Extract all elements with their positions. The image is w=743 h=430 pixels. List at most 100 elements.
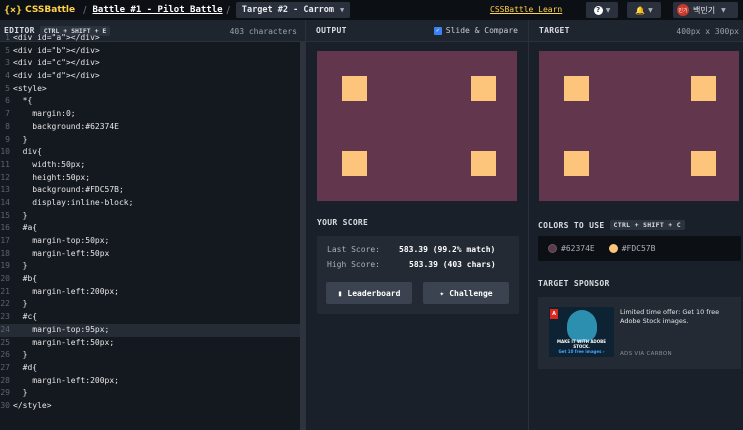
line-number: 5 [5,83,10,93]
code-line[interactable]: 22 } [0,298,300,311]
code-editor[interactable]: 1 <div id="a"></div> 5 <div id="b"></div> 3 <… [0,32,300,413]
code-line[interactable]: 16 #a{ [0,222,300,235]
code-text: #d{ [13,362,38,372]
code-text: <div id="b"></div> [13,45,100,55]
line-number: 7 [5,109,10,119]
target-square-c [564,151,589,176]
code-line[interactable]: 11 width:50px; [0,159,300,172]
code-line[interactable]: 15 } [0,210,300,223]
code-line[interactable]: 8 background:#62374E [0,121,300,134]
color-swatch-background[interactable]: #62374E [548,244,595,253]
sponsor-ad-image[interactable]: A MAKE IT WITH ADOBE STOCK. Get 10 free … [549,307,614,357]
line-number: 13 [0,185,10,195]
sponsor-ad-text[interactable]: Limited time offer: Get 10 free Adobe St… [620,308,735,326]
line-number: 28 [0,375,10,385]
code-line[interactable]: 19 } [0,260,300,273]
challenge-button[interactable]: ✦ Challenge [423,282,509,304]
code-line[interactable]: 1 <div id="a"></div> [0,32,300,45]
pane-divider[interactable] [305,20,306,430]
sponsor-panel[interactable]: A MAKE IT WITH ADOBE STOCK. Get 10 free … [538,297,741,369]
line-number: 4 [5,71,10,81]
code-text: <div id="a"></div> [13,33,100,42]
code-text: div{ [13,147,42,157]
swatch-dot [608,244,618,253]
ads-via-carbon[interactable]: ADS VIA CARBON [620,351,672,357]
line-number: 3 [5,58,10,68]
chevron-down-icon: ▼ [648,6,653,14]
score-title: YOUR SCORE [317,218,369,227]
code-line[interactable]: 5 <div id="b"></div> [0,45,300,58]
code-line[interactable]: 28 margin-left:200px; [0,375,300,388]
line-number: 19 [0,261,10,271]
code-text: margin:0; [13,109,76,119]
square-a [342,76,367,101]
slide-compare-label: Slide & Compare [445,26,518,35]
code-line[interactable]: 24 margin-top:95px; [0,323,300,337]
target-title: TARGET [539,26,570,35]
line-number: 30 [0,400,10,410]
target-size: 400px x 300px [676,27,739,36]
code-line[interactable]: 14 display:inline-block; [0,197,300,210]
code-line[interactable]: 4 <div id="d"></div> [0,70,300,83]
line-number: 27 [0,362,10,372]
code-line[interactable]: 7 margin:0; [0,108,300,121]
code-line[interactable]: 23 #c{ [0,311,300,324]
code-text: background:#62374E [13,121,119,131]
code-text: background:#FDC57B; [13,185,124,195]
code-line[interactable]: 20 #b{ [0,273,300,286]
breadcrumb-separator: / [83,4,87,16]
high-score-value: 583.39 (403 chars) [409,260,496,269]
code-line[interactable]: 9 } [0,134,300,147]
code-line[interactable]: 17 margin-top:50px; [0,235,300,248]
output-canvas[interactable] [317,51,517,201]
code-line[interactable]: 6 *{ [0,95,300,108]
code-line[interactable]: 13 background:#FDC57B; [0,184,300,197]
code-line[interactable]: 27 #d{ [0,362,300,375]
line-number: 8 [5,121,10,131]
line-number: 14 [0,197,10,207]
code-text: #b{ [13,274,38,284]
slide-compare-toggle[interactable]: ✓ Slide & Compare [433,26,518,35]
bar-chart-icon: ▮ [337,288,343,298]
code-line[interactable]: 12 height:50px; [0,172,300,185]
ad-caption: MAKE IT WITH ADOBE STOCK. Get 10 free im… [549,339,614,354]
code-text: #c{ [13,312,38,322]
output-header: OUTPUT ✓ Slide & Compare [306,20,528,42]
last-score-label: Last Score: [327,245,380,254]
code-line[interactable]: 21 margin-left:200px; [0,286,300,299]
column-divider [528,20,529,430]
colors-panel: #62374E #FDC57B [538,236,741,261]
notifications-button[interactable]: 🔔 ▼ [627,2,661,18]
code-line[interactable]: 10 div{ [0,146,300,159]
code-line[interactable]: 29 } [0,387,300,400]
leaderboard-label: Leaderboard [347,288,401,298]
line-number: 22 [0,299,10,309]
code-line[interactable]: 5 <style> [0,83,300,96]
target-square-d [691,151,716,176]
swatch-dot [548,244,557,253]
code-line[interactable]: 25 margin-left:50px; [0,337,300,350]
code-text: } [13,261,28,271]
help-button[interactable]: ? ▼ [586,2,618,18]
code-text: <div id="d"></div> [13,71,100,81]
avatar: 민기 [677,4,689,16]
leaderboard-button[interactable]: ▮ Leaderboard [326,282,412,304]
color-swatch-foreground[interactable]: #FDC57B [608,244,655,253]
line-number: 9 [5,134,10,144]
target-header: TARGET 400px x 300px [529,20,743,42]
code-line[interactable]: 3 <div id="c"></div> [0,57,300,70]
line-number: 29 [0,388,10,398]
code-line[interactable]: 18 margin-left:50px [0,248,300,261]
battle-link[interactable]: Battle #1 - Pilot Battle [93,5,223,15]
user-menu-button[interactable]: 민기 백민기 ▼ [673,2,738,18]
slide-compare-checkbox[interactable]: ✓ [433,26,442,35]
code-text: } [13,134,28,144]
square-b [471,76,496,101]
target-select[interactable]: Target #2 - Carrom ▼ [235,2,351,18]
cssbattle-logo[interactable]: {×} CSSBattle [4,5,75,16]
code-line[interactable]: 26 } [0,349,300,362]
logo-text: CSSBattle [25,5,76,15]
learn-link[interactable]: CSSBattle Learn [490,5,562,14]
code-line[interactable]: 30 </style> [0,400,300,413]
code-text: #a{ [13,223,38,233]
